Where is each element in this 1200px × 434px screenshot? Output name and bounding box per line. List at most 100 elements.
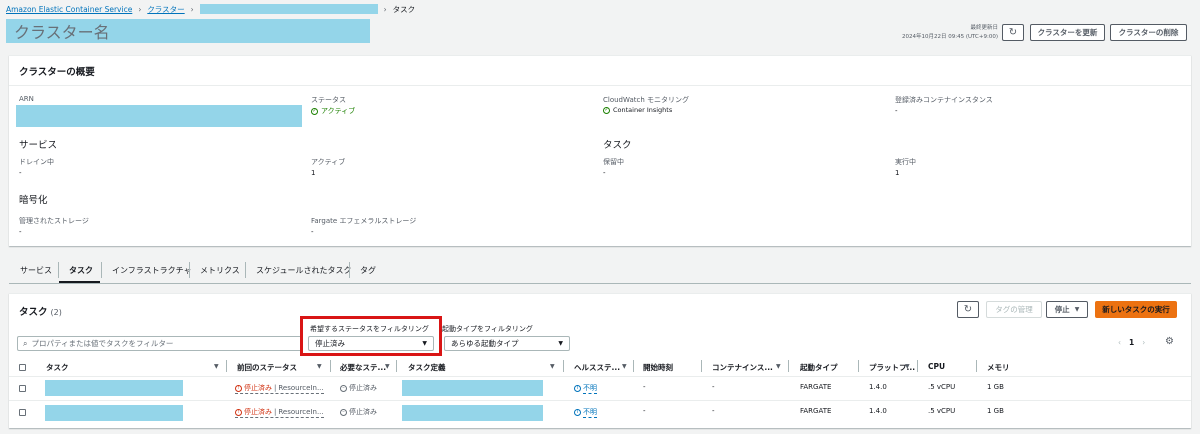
draining-label: ドレイン中 <box>19 158 54 166</box>
col-last-status[interactable]: 前回のステータス <box>237 362 297 373</box>
sort-down-icon[interactable]: ▼ <box>622 363 627 370</box>
task-definition-redacted[interactable] <box>402 405 543 421</box>
manage-tags-button[interactable]: タグの管理 <box>986 301 1042 318</box>
status-label: ステータス <box>311 96 346 104</box>
health-status-cell[interactable]: i 不明 <box>574 407 597 418</box>
cloudwatch-value: ✓ Container Insights <box>603 106 673 114</box>
tab-services[interactable]: サービス <box>20 265 52 276</box>
error-circle-icon: ! <box>235 384 242 392</box>
page-number[interactable]: 1 <box>1129 338 1134 347</box>
arn-value-redacted <box>16 105 302 127</box>
breadcrumb-cluster-name-redacted[interactable] <box>199 4 378 14</box>
col-started-at[interactable]: 開始時刻 <box>643 362 673 373</box>
col-cpu[interactable]: CPU <box>928 362 945 371</box>
active-label: アクティブ <box>311 158 346 166</box>
chevron-left-icon[interactable]: ‹ <box>1118 338 1121 347</box>
select-all-checkbox[interactable] <box>19 364 26 371</box>
instances-value: - <box>895 107 898 115</box>
launch-filter-label: 起動タイプをフィルタリング <box>442 325 533 333</box>
status-filter-label: 希望するステータスをフィルタリング <box>310 325 429 333</box>
caret-down-icon: ▼ <box>1074 306 1080 313</box>
chevron-right-icon: › <box>138 4 142 14</box>
row-checkbox[interactable] <box>19 409 26 416</box>
last-status-cell: ! 停止済み | ResourceIn... <box>235 407 324 418</box>
col-container-instance[interactable]: コンテナインス... <box>712 362 773 373</box>
breadcrumb: Amazon Elastic Container Service › クラスター… <box>6 4 415 14</box>
overview-title: クラスターの概要 <box>19 67 95 78</box>
services-heading: サービス <box>19 140 58 151</box>
running-value: 1 <box>895 169 900 177</box>
refresh-button[interactable]: ↻ <box>1002 24 1024 41</box>
task-definition-redacted[interactable] <box>402 380 543 396</box>
cluster-overview-card: クラスターの概要 ARN ステータス ✓ アクティブ CloudWatch モニ… <box>9 55 1191 246</box>
info-circle-icon: i <box>574 409 581 416</box>
sort-down-icon[interactable]: ▼ <box>385 363 390 370</box>
info-circle-icon: i <box>574 385 581 392</box>
launch-type-cell: FARGATE <box>800 383 832 391</box>
chevron-right-icon: › <box>190 4 194 14</box>
cloudwatch-label: CloudWatch モニタリング <box>603 96 690 104</box>
caret-down-icon: ▼ <box>558 340 563 347</box>
fargate-storage-value: - <box>311 228 314 236</box>
managed-storage-value: - <box>19 228 22 236</box>
desired-status-cell: – 停止済み <box>340 407 377 417</box>
run-new-task-button[interactable]: 新しいタスクの実行 <box>1095 301 1177 318</box>
refresh-tasks-button[interactable]: ↻ <box>957 301 979 318</box>
table-row[interactable]: ! 停止済み | ResourceIn... – 停止済み i 不明 - - F… <box>9 401 1191 424</box>
error-circle-icon: ! <box>235 408 242 416</box>
platform-version-cell: 1.4.0 <box>869 383 887 391</box>
cpu-cell: .5 vCPU <box>928 383 956 391</box>
stop-dropdown-button[interactable]: 停止 ▼ <box>1046 301 1088 318</box>
breadcrumb-ecs-link[interactable]: Amazon Elastic Container Service <box>6 5 132 14</box>
tab-metrics[interactable]: メトリクス <box>200 265 240 276</box>
fargate-storage-label: Fargate エフェメラルストレージ <box>311 217 417 225</box>
breadcrumb-current: タスク <box>392 4 416 14</box>
tab-infrastructure[interactable]: インフラストラクチャ <box>112 265 192 276</box>
health-status-cell[interactable]: i 不明 <box>574 383 597 394</box>
desired-status-cell: – 停止済み <box>340 383 377 393</box>
memory-cell: 1 GB <box>987 407 1004 415</box>
sort-down-icon[interactable]: ▼ <box>550 363 555 370</box>
task-id-redacted[interactable] <box>45 380 183 396</box>
col-memory[interactable]: メモリ <box>987 362 1010 373</box>
pending-label: 保留中 <box>603 158 624 166</box>
breadcrumb-clusters-link[interactable]: クラスター <box>147 4 184 15</box>
chevron-right-icon[interactable]: › <box>1142 338 1145 347</box>
row-checkbox[interactable] <box>19 385 26 392</box>
settings-gear-icon[interactable]: ⚙ <box>1165 336 1174 347</box>
col-launch-type[interactable]: 起動タイプ <box>800 362 838 373</box>
tab-tasks[interactable]: タスク <box>69 265 93 276</box>
search-icon: ⌕ <box>23 338 28 348</box>
pending-value: - <box>603 169 606 177</box>
tab-scheduled-tasks[interactable]: スケジュールされたタスク <box>256 265 351 276</box>
started-at-cell: - <box>643 407 646 415</box>
delete-cluster-button[interactable]: クラスターの削除 <box>1110 24 1187 41</box>
update-cluster-button[interactable]: クラスターを更新 <box>1030 24 1105 41</box>
caret-down-icon: ▼ <box>422 340 427 347</box>
sort-down-icon[interactable]: ▼ <box>905 363 910 370</box>
check-circle-icon: ✓ <box>603 106 610 114</box>
chevron-right-icon: › <box>383 4 387 14</box>
started-at-cell: - <box>643 383 646 391</box>
col-health-status[interactable]: ヘルスステ... <box>574 362 620 373</box>
stopped-circle-icon: – <box>340 384 347 392</box>
launch-filter-select[interactable]: あらゆる起動タイプ ▼ <box>444 336 570 351</box>
active-value: 1 <box>311 169 316 177</box>
task-id-redacted[interactable] <box>45 405 183 421</box>
col-task[interactable]: タスク <box>46 362 69 373</box>
sort-down-icon[interactable]: ▼ <box>317 363 322 370</box>
refresh-icon: ↻ <box>963 304 973 315</box>
status-filter-select[interactable]: 停止済み ▼ <box>308 336 434 351</box>
table-row[interactable]: ! 停止済み | ResourceIn... – 停止済み i 不明 - - F… <box>9 377 1191 400</box>
sort-down-icon[interactable]: ▼ <box>214 363 219 370</box>
tab-tags[interactable]: タグ <box>360 265 376 276</box>
check-circle-icon: ✓ <box>311 107 318 115</box>
cpu-cell: .5 vCPU <box>928 407 956 415</box>
platform-version-cell: 1.4.0 <box>869 407 887 415</box>
instances-label: 登録済みコンテナインスタンス <box>895 96 993 104</box>
task-search-input[interactable]: ⌕ プロパティまたは値でタスクをフィルター <box>17 336 302 351</box>
sort-down-icon[interactable]: ▼ <box>776 363 781 370</box>
col-desired-status[interactable]: 必要なステ... <box>340 362 386 373</box>
stopped-circle-icon: – <box>340 408 347 416</box>
col-task-definition[interactable]: タスク定義 <box>408 362 446 373</box>
